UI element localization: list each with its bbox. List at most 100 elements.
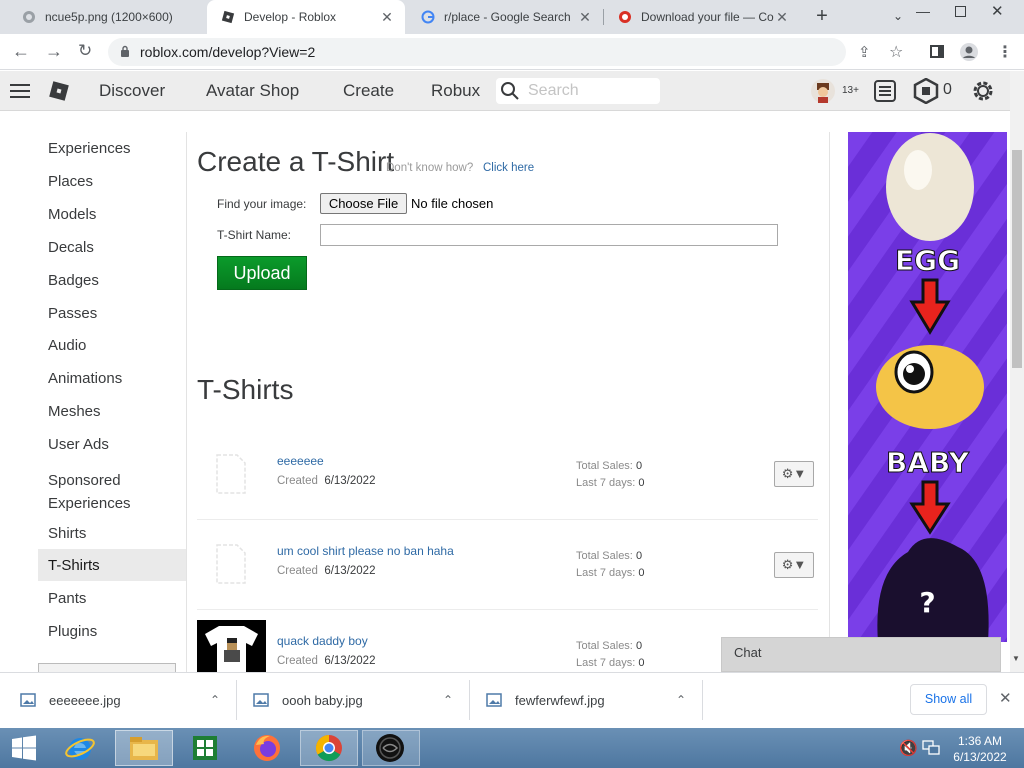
- find-image-label: Find your image:: [217, 197, 307, 211]
- notifications-list-icon[interactable]: [873, 79, 897, 103]
- robux-icon[interactable]: [913, 78, 939, 104]
- hamburger-menu-icon[interactable]: [10, 83, 30, 99]
- chevron-up-icon[interactable]: ⌃: [210, 693, 220, 707]
- page-title: Create a T-Shirt: [197, 146, 395, 177]
- nav-robux[interactable]: Robux: [431, 71, 480, 111]
- network-icon[interactable]: [922, 740, 940, 756]
- download-item[interactable]: fewferwfewf.jpg ⌃: [486, 672, 696, 728]
- chevron-up-icon[interactable]: ⌃: [443, 693, 453, 707]
- roblox-icon: [221, 10, 235, 24]
- show-all-button[interactable]: Show all: [910, 684, 987, 715]
- roblox-logo-icon[interactable]: [47, 79, 71, 103]
- created-label: Created: [277, 565, 318, 577]
- sidebar-item-experiences[interactable]: Experiences: [48, 140, 131, 157]
- nav-discover[interactable]: Discover: [99, 71, 165, 111]
- sidebar-dropdown[interactable]: [38, 663, 176, 672]
- bookmark-star-icon[interactable]: ☆: [889, 42, 903, 62]
- profile-icon[interactable]: [959, 42, 979, 62]
- placeholder-thumbnail-icon[interactable]: [216, 454, 246, 494]
- tshirt-name-link[interactable]: quack daddy boy: [277, 634, 368, 648]
- image-file-icon: [20, 693, 36, 707]
- settings-gear-icon[interactable]: [970, 78, 996, 104]
- sidebar-item-animations[interactable]: Animations: [48, 370, 122, 387]
- download-item[interactable]: eeeeeee.jpg ⌃: [20, 672, 230, 728]
- sidebar-item-shirts[interactable]: Shirts: [48, 525, 86, 542]
- close-tab-icon[interactable]: ✕: [774, 9, 790, 26]
- sidebar-item-audio[interactable]: Audio: [48, 337, 86, 354]
- excel-icon[interactable]: [190, 733, 220, 763]
- lock-icon[interactable]: [120, 45, 130, 58]
- taskbar-clock[interactable]: 1:36 AM 6/13/2022: [945, 733, 1015, 765]
- sidebar-item-passes[interactable]: Passes: [48, 305, 97, 322]
- avatar-icon[interactable]: [810, 78, 836, 104]
- chat-bar[interactable]: Chat: [721, 637, 1001, 672]
- no-file-chosen-text: No file chosen: [411, 196, 494, 211]
- back-icon[interactable]: ←: [12, 41, 30, 62]
- new-tab-icon[interactable]: +: [812, 6, 832, 26]
- url-text: roblox.com/develop?View=2: [140, 44, 316, 60]
- created-date: 6/13/2022: [324, 655, 376, 667]
- sidebar-item-meshes[interactable]: Meshes: [48, 403, 101, 420]
- sidebar-item-places[interactable]: Places: [48, 173, 93, 190]
- tshirt-name-link[interactable]: eeeeeee: [277, 454, 324, 468]
- close-window-icon[interactable]: ✕: [991, 2, 1004, 20]
- tab-develop[interactable]: Develop - Roblox ✕: [207, 0, 405, 34]
- forward-icon[interactable]: →: [45, 41, 63, 62]
- windows-start-icon[interactable]: [10, 734, 38, 762]
- close-tab-icon[interactable]: ✕: [379, 9, 395, 26]
- total-sales-row: Total Sales: 0: [576, 640, 642, 652]
- menu-kebab-icon[interactable]: ⋮: [997, 42, 1013, 62]
- item-settings-button[interactable]: ⚙▼: [774, 461, 814, 487]
- sidebar-item-decals[interactable]: Decals: [48, 239, 94, 256]
- total-sales-row: Total Sales: 0: [576, 550, 642, 562]
- tshirt-name-link[interactable]: um cool shirt please no ban haha: [277, 544, 454, 558]
- internet-explorer-icon[interactable]: [64, 732, 96, 764]
- side-panel-icon[interactable]: [930, 45, 944, 58]
- tab-download[interactable]: Download your file — Co ✕: [604, 0, 800, 34]
- chrome-icon: [315, 734, 342, 762]
- sidebar-item-plugins[interactable]: Plugins: [48, 623, 97, 640]
- placeholder-thumbnail-icon[interactable]: [216, 544, 246, 584]
- help-link[interactable]: Click here: [483, 162, 534, 174]
- sidebar-item-models[interactable]: Models: [48, 206, 96, 223]
- total-sales-value: 0: [635, 550, 643, 562]
- sidebar-item-sponsored-experiences[interactable]: Sponsored Experiences: [48, 469, 158, 515]
- volume-muted-icon[interactable]: 🔇: [899, 739, 918, 757]
- reload-icon[interactable]: ↻: [78, 41, 92, 61]
- chevron-up-icon[interactable]: ⌃: [676, 693, 686, 707]
- search-icon: [501, 82, 519, 100]
- gear-icon: ⚙: [781, 557, 794, 572]
- minimize-icon[interactable]: —: [916, 3, 930, 19]
- tab-image[interactable]: ncue5p.png (1200×600): [8, 0, 206, 34]
- tshirt-name-input[interactable]: [320, 224, 778, 246]
- nav-avatar-shop[interactable]: Avatar Shop: [206, 71, 299, 111]
- close-tab-icon[interactable]: ✕: [577, 9, 593, 26]
- scrollbar-thumb[interactable]: [1012, 150, 1022, 368]
- total-sales-label: Total Sales:: [576, 460, 633, 472]
- sidebar-item-badges[interactable]: Badges: [48, 272, 99, 289]
- row-divider: [197, 609, 818, 610]
- upload-button[interactable]: Upload: [217, 256, 307, 290]
- sidebar-item-t-shirts[interactable]: T-Shirts: [48, 557, 100, 574]
- share-icon[interactable]: ⇪: [858, 43, 871, 61]
- sidebar-item-user-ads[interactable]: User Ads: [48, 436, 109, 453]
- tab-search-icon[interactable]: ⌄: [893, 9, 903, 23]
- scroll-down-arrow-icon[interactable]: ▼: [1012, 654, 1020, 663]
- close-downloads-icon[interactable]: ✕: [999, 689, 1012, 707]
- tab-google[interactable]: r/place - Google Search ✕: [407, 0, 603, 34]
- download-filename: eeeeeee.jpg: [49, 692, 121, 708]
- download-item[interactable]: oooh baby.jpg ⌃: [253, 672, 463, 728]
- nav-create[interactable]: Create: [343, 71, 394, 111]
- download-filename: fewferwfewf.jpg: [515, 692, 605, 708]
- firefox-icon[interactable]: [252, 733, 282, 763]
- image-icon: [23, 11, 35, 23]
- restore-icon[interactable]: [955, 6, 966, 17]
- item-settings-button[interactable]: ⚙▼: [774, 552, 814, 578]
- choose-file-button[interactable]: Choose File: [320, 193, 407, 214]
- created-label: Created: [277, 655, 318, 667]
- tshirt-thumbnail[interactable]: [197, 620, 266, 672]
- sponsored-ad[interactable]: EGG BABY ?: [848, 132, 1007, 642]
- total-sales-value: 0: [635, 640, 643, 652]
- sidebar-item-pants[interactable]: Pants: [48, 590, 86, 607]
- last7-label: Last 7 days:: [576, 657, 636, 669]
